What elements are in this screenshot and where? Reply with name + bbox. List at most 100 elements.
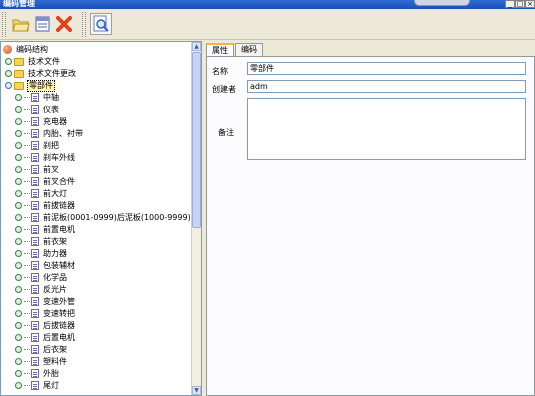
- tree-group-tech-files[interactable]: 技术文件: [5, 56, 61, 67]
- expand-icon[interactable]: [15, 274, 22, 281]
- tree-item[interactable]: 后衣架: [15, 344, 68, 355]
- delete-button[interactable]: [53, 13, 75, 35]
- tree-item[interactable]: 充电器: [15, 116, 68, 127]
- tree-connector: [24, 385, 30, 386]
- tree-item[interactable]: 前拔链器: [15, 200, 76, 211]
- tab-codes[interactable]: 编码: [235, 43, 263, 56]
- expand-icon[interactable]: [15, 166, 22, 173]
- expand-icon[interactable]: [15, 358, 22, 365]
- toolbar-grip: [2, 12, 6, 37]
- tree-item-label: 前叉合件: [43, 176, 75, 186]
- expand-icon[interactable]: [15, 154, 22, 161]
- document-icon: [31, 129, 39, 138]
- scroll-thumb[interactable]: [192, 52, 201, 228]
- expand-icon[interactable]: [15, 178, 22, 185]
- document-icon: [31, 141, 39, 150]
- tree-group-tech-file-changes[interactable]: 技术文件更改: [5, 68, 77, 79]
- expand-icon[interactable]: [15, 322, 22, 329]
- expand-icon[interactable]: [15, 190, 22, 197]
- tree-item[interactable]: 前叉合件: [15, 176, 76, 187]
- collapse-icon[interactable]: [5, 82, 12, 89]
- document-icon: [31, 285, 39, 294]
- tree-connector: [24, 289, 30, 290]
- tree-connector: [24, 253, 30, 254]
- open-folder-button[interactable]: [10, 13, 32, 35]
- expand-icon[interactable]: [5, 70, 12, 77]
- expand-icon[interactable]: [15, 310, 22, 317]
- tree-scrollbar[interactable]: ▲ ▼: [191, 42, 201, 395]
- edit-button[interactable]: [32, 13, 54, 35]
- expand-icon[interactable]: [15, 142, 22, 149]
- tree-item[interactable]: 后置电机: [15, 332, 76, 343]
- expand-icon[interactable]: [15, 286, 22, 293]
- expand-icon[interactable]: [15, 94, 22, 101]
- document-icon: [31, 297, 39, 306]
- structure-tree[interactable]: 编码结构 技术文件 技术文件更改 零部件 中轴 仪表充电器 内胎、衬带刹把刹车外线前…: [0, 41, 202, 396]
- minimize-button[interactable]: _: [505, 0, 515, 8]
- tree-item[interactable]: 尾灯: [15, 380, 60, 391]
- tree-item[interactable]: 助力器: [15, 248, 68, 259]
- notes-field[interactable]: [247, 98, 526, 160]
- maximize-button[interactable]: □: [515, 0, 525, 8]
- creator-field[interactable]: adm: [247, 80, 526, 93]
- tree-item[interactable]: 中轴: [15, 92, 60, 103]
- expand-icon[interactable]: [15, 238, 22, 245]
- expand-icon[interactable]: [15, 262, 22, 269]
- expand-icon[interactable]: [15, 106, 22, 113]
- tree-item[interactable]: 刹车外线: [15, 152, 76, 163]
- search-button[interactable]: [90, 13, 112, 35]
- document-icon: [31, 117, 39, 126]
- tree-connector: [24, 217, 30, 218]
- tree-item[interactable]: 内胎、衬带: [15, 128, 84, 139]
- tree-item[interactable]: 前泥板(0001-0999)后泥板(1000-9999): [15, 212, 192, 223]
- window-title: 编码管理: [3, 0, 35, 8]
- tree-root[interactable]: 编码结构: [3, 44, 49, 55]
- expand-icon[interactable]: [15, 130, 22, 137]
- tree-item[interactable]: 仪表: [15, 104, 60, 115]
- tree-item[interactable]: 前大灯: [15, 188, 68, 199]
- scroll-up-arrow[interactable]: ▲: [192, 42, 201, 51]
- tree-item[interactable]: 前衣架: [15, 236, 68, 247]
- scroll-down-arrow[interactable]: ▼: [192, 386, 201, 395]
- tree-item[interactable]: 变速外管: [15, 296, 76, 307]
- tree-item-label: 前叉: [43, 164, 59, 174]
- expand-icon[interactable]: [15, 334, 22, 341]
- tree-item[interactable]: 变速转把: [15, 308, 76, 319]
- document-icon: [31, 177, 39, 186]
- tree-item-label: 刹车外线: [43, 152, 75, 162]
- document-icon: [31, 237, 39, 246]
- expand-icon[interactable]: [15, 370, 22, 377]
- expand-icon[interactable]: [15, 202, 22, 209]
- expand-icon[interactable]: [15, 226, 22, 233]
- tree-group-label: 技术文件: [28, 56, 60, 66]
- expand-icon[interactable]: [15, 298, 22, 305]
- tree-item[interactable]: 刹把: [15, 140, 60, 151]
- tree-item-label: 塑料件: [43, 356, 67, 366]
- tree-connector: [24, 169, 30, 170]
- tree-item-label: 仪表: [43, 104, 59, 114]
- tree-connector: [24, 337, 30, 338]
- tree-item[interactable]: 包装辅材: [15, 260, 76, 271]
- tree-group-parts[interactable]: 零部件: [5, 79, 55, 92]
- expand-icon[interactable]: [15, 382, 22, 389]
- close-button[interactable]: ×: [525, 0, 535, 8]
- tree-item-label: 刹把: [43, 140, 59, 150]
- expand-icon[interactable]: [15, 214, 22, 221]
- tree-connector: [24, 97, 30, 98]
- tree-item[interactable]: 前置电机: [15, 224, 76, 235]
- expand-icon[interactable]: [15, 250, 22, 257]
- tree-item[interactable]: 后拔链器: [15, 320, 76, 331]
- tree-item-label: 前大灯: [43, 188, 67, 198]
- tree-item[interactable]: 反光片: [15, 284, 68, 295]
- tree-item[interactable]: 外胎: [15, 368, 60, 379]
- tree-item[interactable]: 前叉: [15, 164, 60, 175]
- tab-properties[interactable]: 属性: [206, 43, 234, 57]
- tree-item-label: 内胎、衬带: [43, 128, 83, 138]
- name-field[interactable]: 零部件: [247, 62, 526, 75]
- expand-icon[interactable]: [5, 58, 12, 65]
- tree-item[interactable]: 化学品: [15, 272, 68, 283]
- tree-group-label-selected: 零部件: [27, 79, 55, 92]
- tree-item[interactable]: 塑料件: [15, 356, 68, 367]
- expand-icon[interactable]: [15, 346, 22, 353]
- expand-icon[interactable]: [15, 118, 22, 125]
